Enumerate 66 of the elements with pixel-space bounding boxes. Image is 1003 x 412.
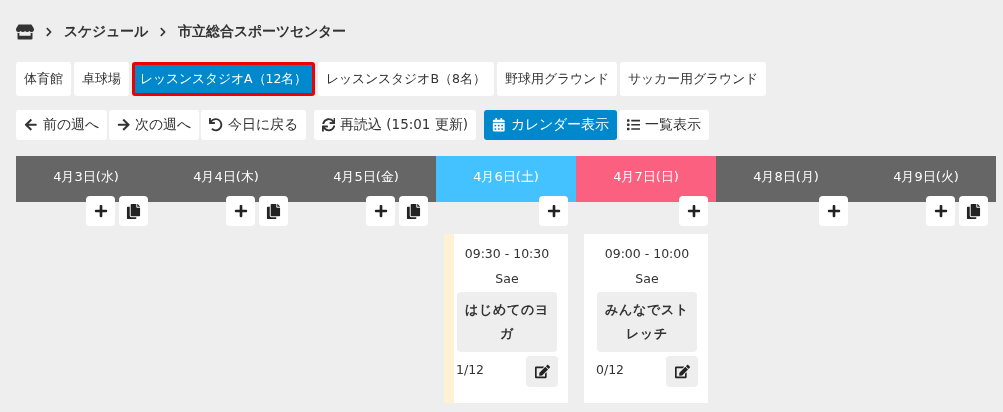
edit-icon — [674, 364, 690, 379]
plus-icon — [546, 204, 561, 218]
copy-icon — [266, 203, 281, 219]
copy-icon — [406, 203, 421, 219]
plus-icon — [373, 204, 388, 218]
plus-icon — [93, 204, 108, 218]
breadcrumb-item[interactable]: スケジュール — [64, 23, 148, 41]
event-time: 09:00 - 10:00 — [604, 246, 690, 261]
day-header: 4月8日(月) — [716, 156, 856, 202]
facility-tab[interactable]: 体育館 — [16, 62, 71, 96]
event-card[interactable]: 09:30 - 10:30 Sae はじめてのヨガ 1/12 — [444, 234, 568, 403]
edit-button[interactable] — [526, 356, 558, 387]
event-count: 0/12 — [596, 362, 625, 377]
event-instructor: Sae — [495, 271, 519, 286]
week-nav-button[interactable]: 前の週へ — [16, 110, 107, 140]
add-button[interactable] — [226, 196, 255, 226]
facility-tab[interactable]: 野球用グラウンド — [497, 62, 617, 96]
edit-icon — [534, 364, 550, 379]
facility-tab[interactable]: サッカー用グラウンド — [620, 62, 766, 96]
list-icon — [626, 118, 641, 132]
plus-icon — [933, 204, 948, 218]
plus-icon — [233, 204, 248, 218]
view-toggle-button[interactable]: 一覧表示 — [618, 110, 710, 140]
calendar-icon — [492, 118, 506, 132]
arrow-left-icon — [24, 118, 38, 132]
copy-button[interactable] — [399, 196, 428, 226]
breadcrumb-item[interactable]: 市立総合スポーツセンター — [178, 23, 346, 41]
arrow-right-icon — [116, 118, 130, 132]
copy-icon — [126, 203, 141, 219]
copy-button[interactable] — [959, 196, 988, 226]
event-card[interactable]: 09:00 - 10:00 Sae みんなでストレッチ 0/12 — [584, 234, 708, 403]
event-count: 1/12 — [456, 362, 485, 377]
event-title: はじめてのヨガ — [457, 292, 557, 352]
undo-icon — [209, 118, 223, 132]
reload-button[interactable]: 再読込 (15:01 更新) — [313, 110, 477, 140]
edit-button[interactable] — [666, 356, 698, 387]
add-button[interactable] — [819, 196, 848, 226]
event-time: 09:30 - 10:30 — [464, 246, 550, 261]
store-icon[interactable] — [16, 23, 34, 41]
day-header: 4月3日(水) — [16, 156, 156, 202]
view-toggle-button[interactable]: カレンダー表示 — [484, 110, 617, 140]
facility-tab[interactable]: 卓球場 — [74, 62, 129, 96]
day-header: 4月6日(土) — [436, 156, 576, 202]
facility-tab[interactable]: レッスンスタジオB（8名） — [318, 62, 494, 96]
week-nav-button[interactable]: 今日に戻る — [201, 110, 306, 140]
add-button[interactable] — [366, 196, 395, 226]
plus-icon — [686, 204, 701, 218]
day-header: 4月9日(火) — [856, 156, 996, 202]
facility-tab[interactable]: レッスンスタジオA（12名） — [132, 62, 316, 96]
add-button[interactable] — [539, 196, 568, 226]
copy-button[interactable] — [259, 196, 288, 226]
plus-icon — [826, 204, 841, 218]
chevron-icon — [158, 27, 168, 37]
reload-icon — [321, 118, 335, 132]
event-instructor: Sae — [635, 271, 659, 286]
day-header: 4月7日(日) — [576, 156, 716, 202]
add-button[interactable] — [86, 196, 115, 226]
week-nav-button[interactable]: 次の週へ — [108, 110, 199, 140]
add-button[interactable] — [926, 196, 955, 226]
day-header: 4月5日(金) — [296, 156, 436, 202]
add-button[interactable] — [679, 196, 708, 226]
copy-icon — [966, 203, 981, 219]
copy-button[interactable] — [119, 196, 148, 226]
event-title: みんなでストレッチ — [597, 292, 697, 352]
day-header: 4月4日(木) — [156, 156, 296, 202]
chevron-icon — [44, 27, 54, 37]
